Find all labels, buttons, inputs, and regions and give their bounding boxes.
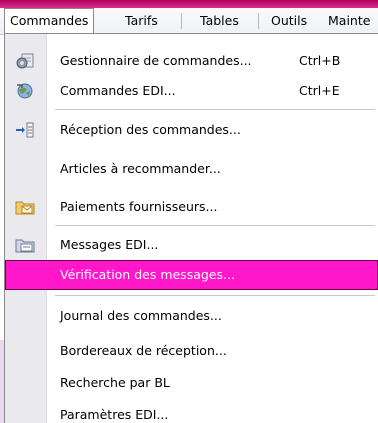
menu-item-messages-edi[interactable]: Messages EDI...	[5, 230, 378, 260]
menu-item-shortcut: Ctrl+B	[299, 53, 341, 68]
menu-item-commandes-edi[interactable]: Commandes EDI... Ctrl+E	[5, 76, 378, 106]
menu-item-articles-recommander[interactable]: Articles à recommander...	[5, 154, 378, 184]
menu-item-bordereaux-reception[interactable]: Bordereaux de réception...	[5, 336, 378, 366]
menu-item-parametres-edi[interactable]: Paramètres EDI...	[5, 400, 378, 423]
menu-tarifs[interactable]: Tarifs	[125, 8, 158, 34]
menu-item-label: Paramètres EDI...	[60, 407, 169, 422]
title-bar-strip	[0, 0, 378, 8]
menu-item-paiements-fournisseurs[interactable]: Paiements fournisseurs...	[5, 192, 378, 222]
menu-separator	[55, 109, 375, 110]
folder-envelope-icon	[15, 198, 35, 216]
menu-item-label: Commandes EDI...	[60, 83, 176, 98]
menu-item-label: Paiements fournisseurs...	[60, 199, 218, 214]
menu-item-recherche-bl[interactable]: Recherche par BL	[5, 368, 378, 398]
menu-item-label: Réception des commandes...	[60, 122, 241, 137]
menu-item-label: Recherche par BL	[60, 375, 170, 390]
menu-item-reception-commandes[interactable]: Réception des commandes...	[5, 115, 378, 145]
menu-item-label: Vérification des messages...	[60, 267, 235, 282]
arrow-list-icon	[15, 121, 35, 139]
menu-item-label: Messages EDI...	[60, 237, 159, 252]
menu-item-label: Bordereaux de réception...	[60, 343, 227, 358]
menu-item-journal-commandes[interactable]: Journal des commandes...	[5, 301, 378, 331]
menu-commandes[interactable]: Commandes	[4, 8, 95, 34]
menu-item-verification-messages[interactable]: Vérification des messages...	[5, 260, 378, 290]
menu-separator	[55, 295, 375, 296]
menu-tables[interactable]: Tables	[200, 8, 239, 34]
menu-separator	[55, 225, 375, 226]
menu-item-label: Journal des commandes...	[60, 308, 222, 323]
application-window: Commandes Tarifs Tables Outils Mainte Ge…	[0, 0, 378, 423]
commandes-dropdown-menu: Gestionnaire de commandes... Ctrl+B Comm…	[4, 33, 378, 423]
gear-document-icon	[15, 52, 35, 70]
menu-outils[interactable]: Outils	[271, 8, 307, 34]
menubar-separator	[181, 13, 182, 29]
edi-globe-icon	[15, 82, 35, 100]
menu-maintenance[interactable]: Mainte	[328, 8, 370, 34]
menubar-separator	[258, 13, 259, 29]
menu-item-shortcut: Ctrl+E	[299, 83, 340, 98]
menu-item-label: Gestionnaire de commandes...	[60, 53, 252, 68]
menu-item-label: Articles à recommander...	[60, 161, 221, 176]
menu-bar: Commandes Tarifs Tables Outils Mainte	[0, 8, 378, 35]
folder-message-icon	[15, 236, 35, 254]
menu-item-gestionnaire-commandes[interactable]: Gestionnaire de commandes... Ctrl+B	[5, 46, 378, 76]
